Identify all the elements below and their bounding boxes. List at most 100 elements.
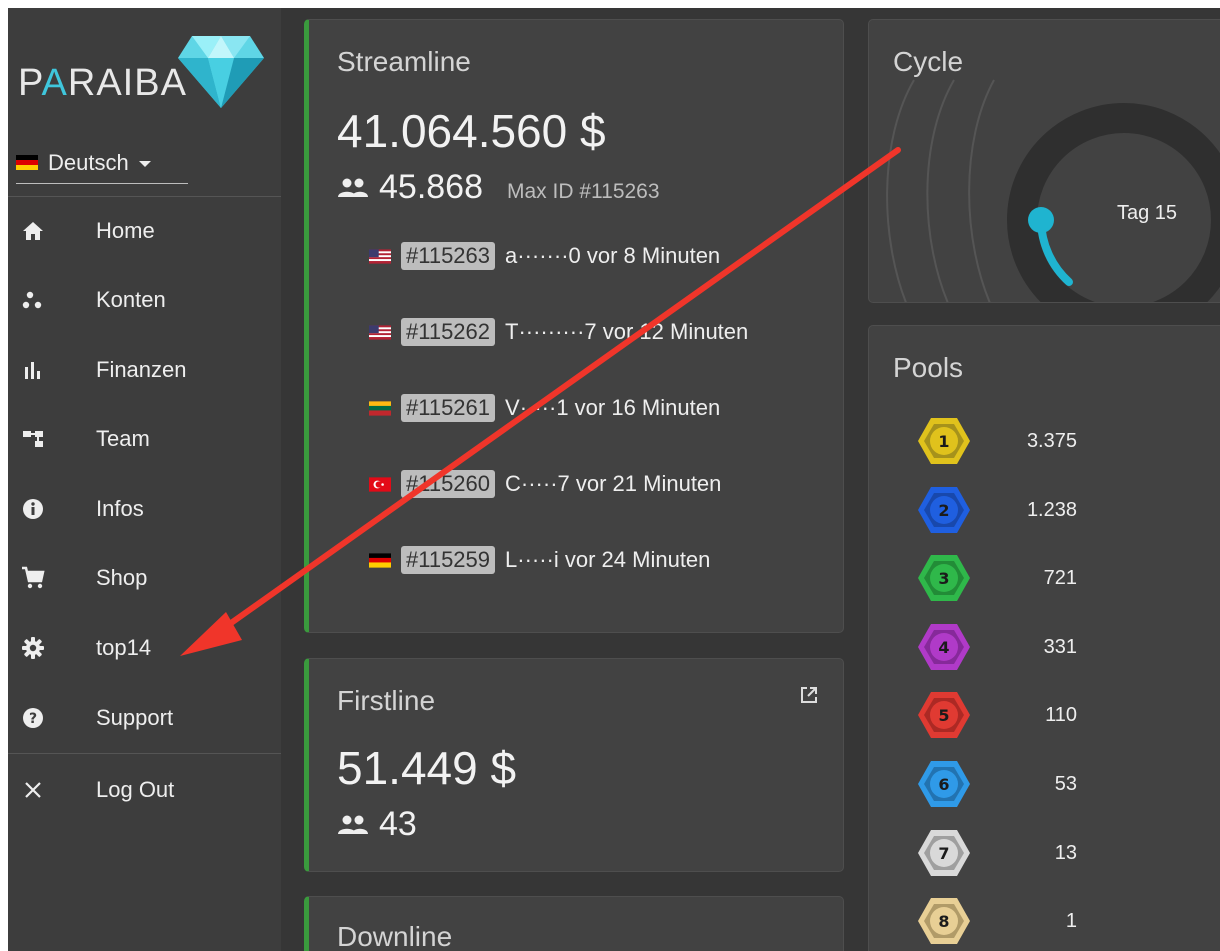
sidebar-item-shop[interactable]: Shop	[8, 548, 281, 608]
streamline-people-count: 45.868	[379, 168, 483, 206]
sidebar-item-finanzen[interactable]: Finanzen	[8, 340, 281, 400]
close-icon	[20, 777, 46, 803]
sidebar-item-label: Konten	[96, 287, 166, 312]
member-id: #115261	[401, 394, 496, 422]
home-icon	[20, 218, 46, 244]
sidebar-item-support[interactable]: ? Support	[8, 688, 281, 748]
max-id-label: Max ID #115263	[507, 180, 660, 203]
member-info: C·····7 vor 21 Minuten	[505, 471, 722, 496]
svg-text:8: 8	[938, 912, 949, 931]
pools-card: Pools 1 3.375 2 1.238 3 721 4 331 5 110 …	[868, 325, 1220, 951]
logo-text: PARAIBA	[18, 62, 187, 104]
sidebar-item-home[interactable]: Home	[8, 201, 281, 261]
pool-3-badge-icon: 3	[918, 555, 970, 601]
pool-4-value: 331	[1043, 636, 1077, 658]
downline-title: Downline	[337, 921, 453, 951]
people-icon	[338, 178, 368, 197]
streamline-people-row: 45.868 Max ID #115263	[337, 168, 660, 207]
logout-button[interactable]: Log Out	[8, 760, 281, 820]
member-row[interactable]: #115261 V·····1 vor 16 Minuten	[369, 392, 720, 424]
streamline-card: Streamline 41.064.560 $ 45.868 Max ID #1…	[304, 19, 844, 633]
svg-text:2: 2	[938, 501, 949, 520]
germany-flag-icon	[369, 552, 391, 568]
svg-text:1: 1	[938, 432, 949, 451]
streamline-amount: 41.064.560 $	[337, 105, 606, 157]
sidebar-item-team[interactable]: Team	[8, 409, 281, 469]
pool-4-badge-icon: 4	[918, 624, 970, 670]
org-chart-icon	[20, 426, 46, 452]
firstline-people-row: 43	[337, 805, 417, 844]
pool-row-2: 2 1.238	[917, 485, 1077, 541]
svg-text:5: 5	[938, 706, 949, 725]
germany-flag-icon	[16, 155, 38, 170]
firstline-people-count: 43	[379, 805, 417, 843]
member-row[interactable]: #115262 T·········7 vor 12 Minuten	[369, 316, 748, 348]
pools-title: Pools	[893, 352, 964, 383]
svg-text:4: 4	[938, 638, 949, 657]
pool-row-3: 3 721	[917, 553, 1077, 609]
member-info: V·····1 vor 16 Minuten	[505, 395, 721, 420]
pool-3-value: 721	[1043, 567, 1077, 589]
downline-card: Downline	[304, 896, 844, 951]
sidebar-divider	[8, 753, 281, 754]
pool-6-badge-icon: 6	[918, 761, 970, 807]
logout-label: Log Out	[96, 777, 175, 802]
sidebar-item-label: Home	[96, 218, 155, 243]
member-row[interactable]: #115259 L·····i vor 24 Minuten	[369, 544, 710, 576]
sidebar-item-label: Infos	[96, 496, 144, 521]
member-row[interactable]: #115260 C·····7 vor 21 Minuten	[369, 468, 721, 500]
usa-flag-icon	[369, 248, 391, 264]
chevron-down-icon	[138, 161, 151, 167]
turkey-flag-icon	[369, 476, 391, 492]
pool-row-4: 4 331	[917, 622, 1077, 678]
pool-row-7: 7 13	[917, 828, 1077, 884]
help-icon: ?	[20, 705, 46, 731]
pool-8-value: 1	[1065, 910, 1077, 932]
pool-7-value: 13	[1054, 842, 1077, 864]
main-content: Streamline 41.064.560 $ 45.868 Max ID #1…	[281, 8, 1220, 951]
cycle-gauge	[886, 79, 1220, 302]
sidebar-item-top14[interactable]: top14	[8, 618, 281, 678]
svg-text:?: ?	[29, 711, 37, 727]
usa-flag-icon	[369, 324, 391, 340]
language-label: Deutsch	[48, 149, 129, 175]
pool-1-badge-icon: 1	[918, 418, 970, 464]
sidebar-item-label: Shop	[96, 565, 148, 590]
sidebar-item-konten[interactable]: Konten	[8, 270, 281, 330]
diamond-icon	[178, 36, 264, 108]
sidebar-divider	[8, 196, 281, 197]
member-row[interactable]: #115263 a·······0 vor 8 Minuten	[369, 240, 720, 272]
pool-8-badge-icon: 8	[918, 898, 970, 944]
pool-5-badge-icon: 5	[918, 692, 970, 738]
member-info: a·······0 vor 8 Minuten	[505, 243, 721, 268]
sidebar-item-infos[interactable]: Infos	[8, 479, 281, 539]
member-info: L·····i vor 24 Minuten	[505, 547, 711, 572]
pool-2-value: 1.238	[1026, 499, 1077, 521]
bar-chart-icon	[20, 357, 46, 383]
member-id: #115259	[401, 546, 496, 574]
sidebar-item-label: Support	[96, 705, 174, 730]
pool-6-value: 53	[1054, 773, 1077, 795]
member-id: #115260	[401, 470, 496, 498]
pool-row-5: 5 110	[917, 690, 1077, 746]
pool-2-badge-icon: 2	[918, 487, 970, 533]
cart-icon	[20, 565, 46, 591]
language-selector[interactable]: Deutsch	[16, 142, 188, 184]
firstline-title: Firstline	[337, 685, 436, 716]
sidebar-item-label: top14	[96, 635, 152, 660]
pool-row-1: 1 3.375	[917, 416, 1077, 472]
pool-row-8: 8 1	[917, 896, 1077, 951]
svg-text:6: 6	[938, 775, 949, 794]
lithuania-flag-icon	[369, 400, 391, 416]
gear-icon	[20, 635, 46, 661]
svg-text:3: 3	[938, 569, 949, 588]
pool-7-badge-icon: 7	[918, 830, 970, 876]
member-id: #115262	[401, 318, 496, 346]
streamline-title: Streamline	[337, 46, 471, 77]
firstline-amount: 51.449 $	[337, 742, 517, 794]
svg-text:7: 7	[938, 844, 949, 863]
external-link-icon[interactable]	[799, 685, 819, 705]
paraiba-logo[interactable]: PARAIBA	[18, 24, 264, 116]
pool-5-value: 110	[1045, 704, 1077, 726]
firstline-card: Firstline 51.449 $ 43	[304, 658, 844, 872]
